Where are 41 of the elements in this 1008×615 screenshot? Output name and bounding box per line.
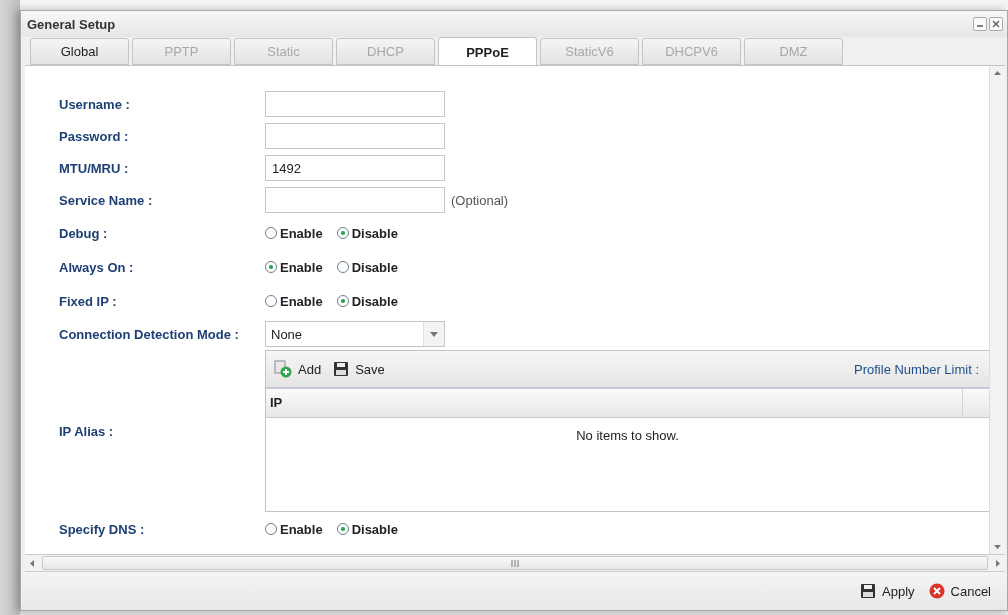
close-icon	[992, 20, 1000, 28]
field-label: MTU/MRU :	[59, 160, 130, 176]
minimize-button[interactable]	[973, 17, 987, 31]
radio-option[interactable]: Enable	[265, 521, 323, 537]
text-input-field[interactable]	[265, 187, 445, 213]
radio-option[interactable]: Disable	[336, 259, 398, 275]
field-label: IP Alias :	[59, 423, 115, 439]
radio-option[interactable]: Disable	[336, 521, 398, 537]
optional-note: (Optional)	[451, 192, 509, 208]
field-label: Specify DNS :	[59, 521, 146, 537]
cancel-icon	[928, 583, 945, 599]
text-input-field[interactable]	[265, 123, 445, 149]
field-label: Username :	[59, 96, 131, 112]
field-label: Always On :	[59, 259, 135, 275]
field-label: Password :	[59, 128, 130, 144]
field-label: Service Name :	[59, 192, 154, 208]
footer-button[interactable]: Apply	[858, 581, 917, 601]
tab[interactable]: PPPoE	[438, 37, 537, 66]
grip-icon	[511, 559, 519, 567]
field-label: Fixed IP :	[59, 293, 118, 309]
toolbar-button[interactable]: Save	[331, 359, 391, 379]
tab[interactable]: Global	[30, 38, 129, 65]
radio-option[interactable]: Disable	[336, 293, 398, 309]
empty-message: No items to show.	[576, 428, 679, 443]
add-document-icon	[274, 360, 292, 378]
field-label: Connection Detection Mode :	[59, 326, 240, 342]
text-input-field[interactable]: 1492	[265, 155, 445, 181]
window-title: General Setup	[27, 16, 117, 32]
caret-icon	[430, 331, 438, 337]
radio-option[interactable]: Enable	[265, 259, 323, 275]
radio-option[interactable]: Disable	[336, 225, 398, 241]
radio-option[interactable]: Enable	[265, 293, 323, 309]
toolbar-button[interactable]: Add	[272, 358, 328, 380]
radio-option[interactable]: Enable	[265, 225, 323, 241]
text-input-field[interactable]	[265, 91, 445, 117]
footer-button[interactable]: Cancel	[926, 581, 993, 601]
column-header: IP	[269, 394, 284, 412]
dropdown-select[interactable]: None	[265, 321, 445, 347]
close-button[interactable]	[989, 17, 1003, 31]
field-label: Debug :	[59, 225, 109, 241]
profile-limit-label: Profile Number Limit :	[854, 361, 980, 377]
